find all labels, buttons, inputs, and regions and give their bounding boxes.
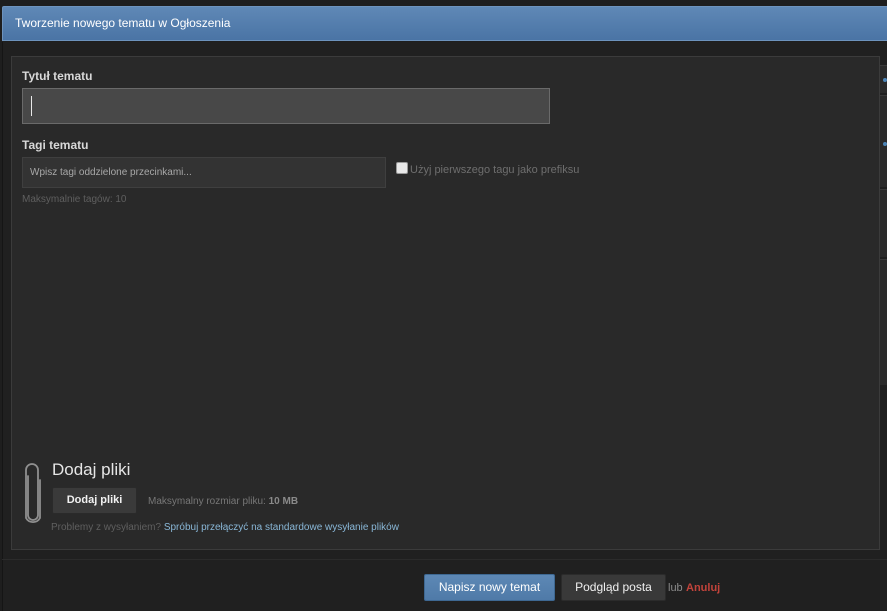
switch-uploader-link[interactable]: Spróbuj przełączyć na standardowe wysyła… bbox=[164, 522, 399, 533]
side-panel-edge bbox=[880, 65, 887, 385]
topic-form-panel bbox=[11, 56, 880, 550]
submit-topic-button[interactable]: Napisz nowy temat bbox=[424, 574, 555, 601]
side-tab[interactable] bbox=[880, 95, 887, 187]
max-size-label: Maksymalny rozmiar pliku: bbox=[148, 496, 266, 507]
problems-text: Problemy z wysyłaniem? bbox=[51, 522, 162, 533]
footer-divider bbox=[2, 559, 887, 560]
upload-heading: Dodaj pliki bbox=[52, 460, 131, 479]
page-title-bar: Tworzenie nowego tematu w Ogłoszenia bbox=[2, 6, 887, 41]
or-text: lub bbox=[668, 582, 683, 594]
preview-post-button[interactable]: Podgląd posta bbox=[561, 574, 666, 601]
max-size-value: 10 MB bbox=[268, 496, 299, 507]
tags-label: Tagi tematu bbox=[22, 138, 89, 152]
max-tags-hint: Maksymalnie tagów: 10 bbox=[22, 194, 127, 205]
page-title: Tworzenie nowego tematu w Ogłoszenia bbox=[15, 16, 231, 30]
max-file-size: Maksymalny rozmiar pliku: 10 MB bbox=[148, 496, 298, 507]
title-input[interactable] bbox=[22, 88, 550, 124]
upload-problems-note: Problemy z wysyłaniem? Spróbuj przełączy… bbox=[51, 522, 399, 533]
side-tab-icon bbox=[883, 78, 887, 82]
new-topic-page: Tworzenie nowego tematu w Ogłoszenia Tyt… bbox=[0, 0, 887, 611]
side-tab[interactable] bbox=[880, 189, 887, 257]
prefix-checkbox-label[interactable]: Użyj pierwszego tagu jako prefiksu bbox=[410, 164, 579, 176]
title-label: Tytuł tematu bbox=[22, 69, 93, 83]
side-tab[interactable] bbox=[880, 259, 887, 385]
prefix-checkbox[interactable] bbox=[396, 162, 408, 174]
side-tab-icon bbox=[883, 142, 887, 146]
add-files-button[interactable]: Dodaj pliki bbox=[52, 487, 137, 514]
paperclip-icon bbox=[22, 460, 42, 526]
text-caret bbox=[31, 96, 32, 116]
cancel-link[interactable]: Anuluj bbox=[686, 582, 720, 594]
tags-input[interactable]: Wpisz tagi oddzielone przecinkami... bbox=[22, 157, 386, 188]
